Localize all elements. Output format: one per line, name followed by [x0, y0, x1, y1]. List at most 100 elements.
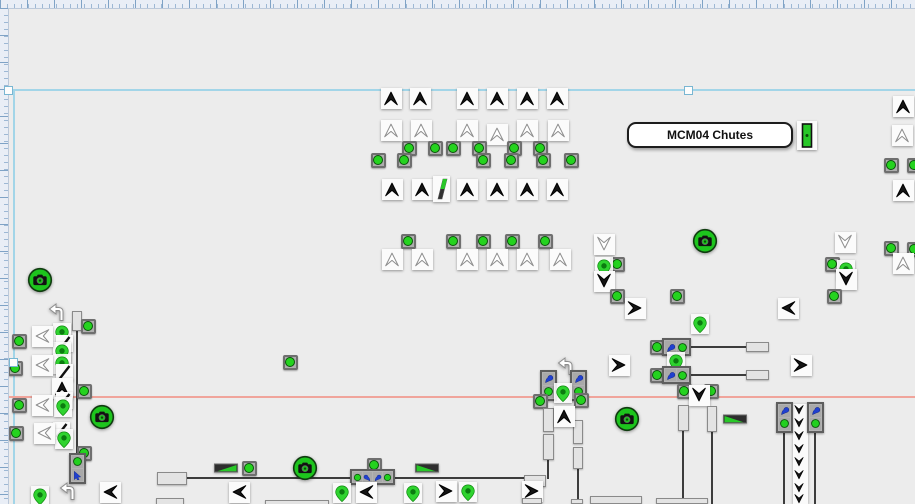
- chevron-up-black-icon[interactable]: [487, 179, 508, 200]
- chevron-up-white-icon[interactable]: [517, 120, 538, 141]
- status-indicator[interactable]: [476, 234, 491, 249]
- speed-wedge-icon[interactable]: [214, 463, 238, 473]
- conveyor-segment[interactable]: [156, 498, 184, 504]
- chevron-up-white-icon[interactable]: [487, 124, 508, 145]
- camera-icon[interactable]: [614, 406, 640, 432]
- conveyor-segment[interactable]: [157, 472, 187, 485]
- device-box[interactable]: [69, 453, 86, 484]
- status-indicator[interactable]: [670, 289, 685, 304]
- status-indicator[interactable]: [505, 234, 520, 249]
- chevron-up-black-icon[interactable]: [487, 88, 508, 109]
- chevron-up-white-icon[interactable]: [382, 249, 403, 270]
- chevron-up-black-icon[interactable]: [517, 88, 538, 109]
- chevron-down-black-icon[interactable]: [793, 493, 808, 504]
- chevron-up-black-icon[interactable]: [517, 179, 538, 200]
- status-indicator[interactable]: [533, 394, 548, 409]
- status-indicator[interactable]: [77, 384, 92, 399]
- chevron-left-white-icon[interactable]: [34, 423, 55, 444]
- location-pin-icon[interactable]: [554, 383, 572, 403]
- chevron-up-white-icon[interactable]: [893, 253, 914, 274]
- label-box[interactable]: MCM04 Chutes: [627, 122, 793, 148]
- chevron-left-white-icon[interactable]: [32, 355, 53, 376]
- conveyor-segment[interactable]: [656, 498, 708, 504]
- conveyor-segment[interactable]: [707, 406, 717, 432]
- conveyor-segment[interactable]: [746, 370, 769, 380]
- chevron-left-black-icon[interactable]: [100, 482, 121, 503]
- device-box[interactable]: [776, 402, 793, 433]
- status-indicator[interactable]: [564, 153, 579, 168]
- guide-handle[interactable]: [9, 358, 18, 367]
- status-indicator[interactable]: [401, 234, 416, 249]
- camera-icon[interactable]: [89, 404, 115, 430]
- chevron-up-black-icon[interactable]: [893, 96, 914, 117]
- chevron-up-black-icon[interactable]: [412, 179, 433, 200]
- chevron-up-black-icon[interactable]: [410, 88, 431, 109]
- green-bar-indicator[interactable]: [797, 121, 817, 150]
- chevron-down-black-icon[interactable]: [836, 269, 857, 290]
- chevron-up-black-icon[interactable]: [381, 88, 402, 109]
- turn-arrow-icon[interactable]: [47, 302, 67, 322]
- status-indicator[interactable]: [428, 141, 443, 156]
- chevron-up-black-icon[interactable]: [547, 179, 568, 200]
- conveyor-segment[interactable]: [746, 342, 769, 352]
- chevron-up-white-icon[interactable]: [892, 125, 913, 146]
- chevron-up-white-icon[interactable]: [457, 249, 478, 270]
- chevron-left-black-icon[interactable]: [778, 298, 799, 319]
- status-indicator[interactable]: [907, 158, 915, 173]
- chevron-up-black-icon[interactable]: [554, 406, 575, 427]
- device-box[interactable]: [662, 366, 691, 384]
- guide-handle[interactable]: [684, 86, 693, 95]
- chevron-up-white-icon[interactable]: [411, 120, 432, 141]
- status-indicator[interactable]: [9, 426, 24, 441]
- location-pin-icon[interactable]: [404, 483, 422, 503]
- speed-wedge-icon[interactable]: [415, 463, 439, 473]
- status-indicator[interactable]: [397, 153, 412, 168]
- chevron-left-black-icon[interactable]: [356, 482, 377, 503]
- device-box[interactable]: [807, 402, 824, 433]
- guide-handle[interactable]: [4, 86, 13, 95]
- camera-icon[interactable]: [692, 228, 718, 254]
- chevron-up-black-icon[interactable]: [457, 179, 478, 200]
- diverter-icon[interactable]: [433, 176, 450, 202]
- chevron-right-black-icon[interactable]: [625, 298, 646, 319]
- location-pin-icon[interactable]: [459, 482, 477, 502]
- chevron-up-white-icon[interactable]: [457, 120, 478, 141]
- conveyor-segment[interactable]: [678, 405, 689, 431]
- turn-arrow-icon[interactable]: [58, 481, 78, 501]
- conveyor-segment[interactable]: [265, 500, 329, 504]
- location-pin-icon[interactable]: [691, 314, 709, 334]
- chevron-right-black-icon[interactable]: [436, 481, 457, 502]
- status-indicator[interactable]: [283, 355, 298, 370]
- status-indicator[interactable]: [12, 334, 27, 349]
- conveyor-segment[interactable]: [573, 420, 583, 444]
- status-indicator[interactable]: [476, 153, 491, 168]
- location-pin-icon[interactable]: [54, 397, 72, 417]
- conveyor-segment[interactable]: [590, 496, 642, 504]
- camera-icon[interactable]: [27, 267, 53, 293]
- chevron-right-black-icon[interactable]: [791, 355, 812, 376]
- chevron-up-white-icon[interactable]: [517, 249, 538, 270]
- chevron-up-black-icon[interactable]: [382, 179, 403, 200]
- chevron-up-white-icon[interactable]: [487, 249, 508, 270]
- location-pin-icon[interactable]: [55, 429, 73, 449]
- chevron-left-black-icon[interactable]: [229, 482, 250, 503]
- chevron-left-white-icon[interactable]: [32, 326, 53, 347]
- location-pin-icon[interactable]: [31, 486, 49, 504]
- status-indicator[interactable]: [242, 461, 257, 476]
- speed-wedge-icon[interactable]: [723, 414, 747, 424]
- status-indicator[interactable]: [371, 153, 386, 168]
- status-indicator[interactable]: [536, 153, 551, 168]
- camera-icon[interactable]: [292, 455, 318, 481]
- status-indicator[interactable]: [574, 393, 589, 408]
- status-indicator[interactable]: [446, 141, 461, 156]
- status-indicator[interactable]: [884, 158, 899, 173]
- conveyor-segment[interactable]: [522, 498, 542, 504]
- chevron-down-white-icon[interactable]: [594, 234, 615, 255]
- chevron-up-black-icon[interactable]: [893, 180, 914, 201]
- conveyor-segment[interactable]: [543, 434, 554, 460]
- status-indicator[interactable]: [446, 234, 461, 249]
- chevron-up-black-icon[interactable]: [457, 88, 478, 109]
- chevron-down-black-icon[interactable]: [689, 385, 710, 406]
- chevron-down-white-icon[interactable]: [835, 232, 856, 253]
- conveyor-segment[interactable]: [571, 499, 583, 504]
